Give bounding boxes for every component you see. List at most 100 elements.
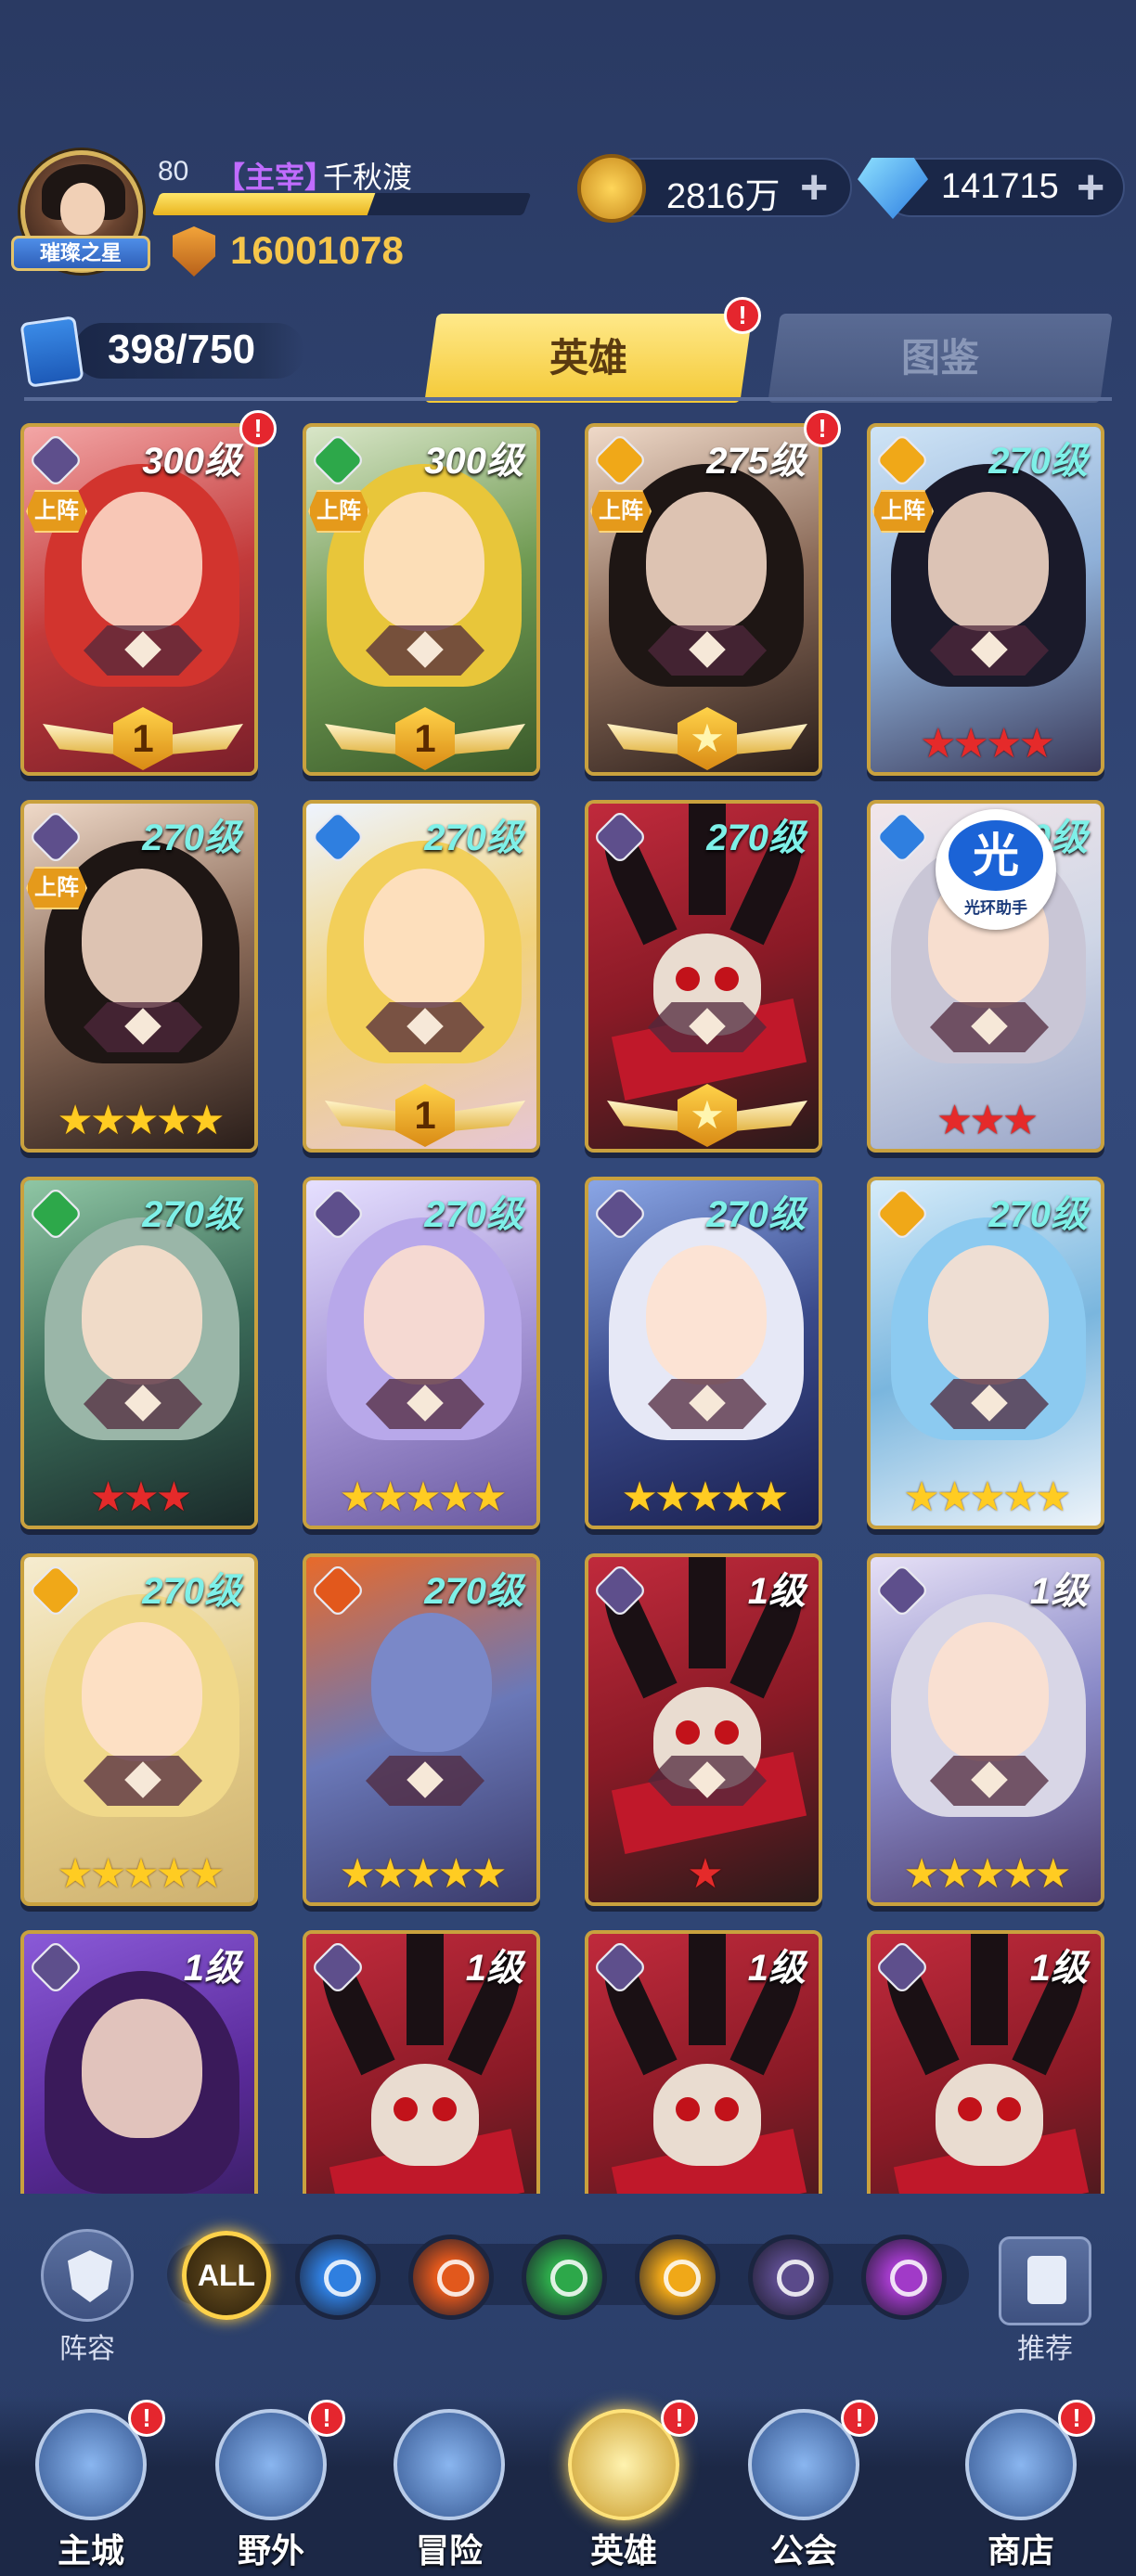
grade-value: 1 (395, 1084, 455, 1147)
filter-all-button[interactable]: ALL (182, 2231, 271, 2320)
hero-card[interactable]: 270级 ★ (585, 800, 822, 1153)
assistant-label: 光环助手 (964, 899, 1027, 917)
player-level: 80 (158, 156, 189, 187)
hero-face (646, 492, 767, 631)
hero-card[interactable]: 270级 1 (303, 800, 540, 1153)
hero-card[interactable]: 270级 ★★★★★ (585, 1177, 822, 1529)
hero-emblem (930, 1379, 1049, 1429)
hero-card[interactable]: 270级 ★★★★★ (303, 1177, 540, 1529)
arcane-faction-glyph (890, 2260, 927, 2297)
hero-face (371, 1613, 492, 1752)
hero-emblem (930, 1756, 1049, 1806)
hero-level: 300级 (142, 441, 241, 482)
tab-codex[interactable]: 图鉴 (768, 314, 1113, 403)
hero-stars: ★★★★★ (57, 1098, 225, 1143)
recommend-button[interactable] (999, 2236, 1091, 2325)
trident-icon (394, 2409, 505, 2520)
hero-face (82, 1999, 202, 2138)
grade-wings-icon: ★ (607, 707, 807, 772)
nav-label: 冒险 (415, 2531, 483, 2570)
horn-icon (971, 1934, 1008, 2045)
hero-card[interactable]: 1级 ★★★★★ (867, 1553, 1104, 1906)
nav-portal[interactable]: 野外! (197, 2400, 345, 2576)
nav-guild-banner[interactable]: 公会! (729, 2400, 878, 2576)
nav-label: 主城 (57, 2531, 124, 2570)
nature-faction-icon[interactable] (522, 2235, 607, 2320)
gold-add-button[interactable]: + (800, 163, 828, 212)
water-faction-icon[interactable] (295, 2235, 381, 2320)
light-faction-icon[interactable] (635, 2235, 720, 2320)
hero-level: 270级 (142, 1194, 241, 1235)
hero-cards-icon (19, 316, 84, 388)
tab-heroes-alert-icon: ! (724, 297, 761, 334)
shield-icon (68, 2250, 112, 2302)
recommend-label: 推荐 (1017, 2334, 1073, 2364)
hero-level: 1级 (747, 1948, 806, 1989)
nav-alert-icon: ! (1058, 2400, 1095, 2437)
fire-faction-icon[interactable] (408, 2235, 494, 2320)
nav-shop[interactable]: 商店! (947, 2400, 1095, 2576)
hero-face (646, 1245, 767, 1385)
grade-wings-icon: 1 (325, 707, 525, 772)
gem-value: 141715 (941, 167, 1059, 206)
hero-stars: ★★★★★ (621, 1475, 789, 1520)
nav-castle[interactable]: 主城! (17, 2400, 165, 2576)
thumbs-up-icon (1027, 2256, 1066, 2304)
light-faction-glyph (664, 2260, 701, 2297)
hero-card[interactable]: 270级 ★★★★★ (303, 1553, 540, 1906)
on-team-badge: 上阵 (872, 490, 934, 533)
nav-label: 野外 (237, 2531, 304, 2570)
avatar-face (60, 183, 105, 235)
horn-icon (689, 1934, 726, 2045)
hero-card[interactable]: 270级 ★★★ (20, 1177, 258, 1529)
assistant-floating-button[interactable]: 光光环助手 (936, 809, 1056, 930)
hero-stars: ★★★★★ (339, 1851, 507, 1897)
hero-emblem (84, 625, 202, 676)
nav-alert-icon: ! (661, 2400, 698, 2437)
gem-add-button[interactable]: + (1077, 163, 1104, 212)
hero-level: 300级 (424, 441, 523, 482)
nav-alert-icon: ! (841, 2400, 878, 2437)
hero-stars: ★★★★★ (903, 1475, 1071, 1520)
horn-icon (689, 1557, 726, 1668)
hero-card[interactable]: 270级★★★光光环助手 (867, 800, 1104, 1153)
grade-value: 1 (113, 707, 173, 770)
hero-card[interactable]: 300级 上阵 1 (303, 423, 540, 776)
dark-faction-icon[interactable] (748, 2235, 833, 2320)
arcane-faction-icon[interactable] (861, 2235, 947, 2320)
hero-card[interactable]: 270级 上阵 ★★★★ (867, 423, 1104, 776)
hero-emblem (648, 625, 767, 676)
hero-card[interactable]: 270级 ★★★★★ (20, 1553, 258, 1906)
gold-coin-icon (577, 154, 646, 223)
hero-card[interactable]: 1级 (20, 1930, 258, 2194)
water-faction-glyph (324, 2260, 361, 2297)
nav-helmet[interactable]: 英雄! (549, 2400, 698, 2576)
hero-card[interactable]: 270级 ★★★★★ (867, 1177, 1104, 1529)
hero-level: 1级 (183, 1948, 241, 1989)
hero-card[interactable]: 300级 上阵 1 (20, 423, 258, 776)
tab-heroes[interactable]: 英雄 (424, 314, 753, 403)
tab-heroes-label: 英雄 (549, 336, 627, 380)
skull-icon (653, 2064, 761, 2166)
hero-card[interactable]: 1级 (867, 1930, 1104, 2194)
hero-face (928, 1245, 1049, 1385)
grade-value: ★ (678, 1084, 737, 1147)
player-name: 千秋渡 (323, 161, 413, 194)
hero-card[interactable]: 1级 ★ (585, 1553, 822, 1906)
hero-card[interactable]: 1级 (303, 1930, 540, 2194)
hero-level: 270级 (706, 818, 806, 858)
lineup-button[interactable] (41, 2229, 134, 2322)
hero-face (82, 1245, 202, 1385)
hero-card[interactable]: 270级 上阵 ★★★★★ (20, 800, 258, 1153)
hero-emblem (648, 1756, 767, 1806)
nav-alert-icon: ! (128, 2400, 165, 2437)
hero-card[interactable]: 275级 上阵 ★ (585, 423, 822, 776)
grade-wings-icon: ★ (607, 1084, 807, 1149)
nav-label: 商店 (987, 2531, 1054, 2570)
hero-emblem (648, 1379, 767, 1429)
hero-stars: ★★★★★ (57, 1851, 225, 1897)
hero-card[interactable]: 1级 (585, 1930, 822, 2194)
hero-level: 270级 (988, 1194, 1088, 1235)
nav-trident[interactable]: 冒险 (375, 2400, 523, 2576)
hero-stars: ★★★ (89, 1475, 192, 1520)
